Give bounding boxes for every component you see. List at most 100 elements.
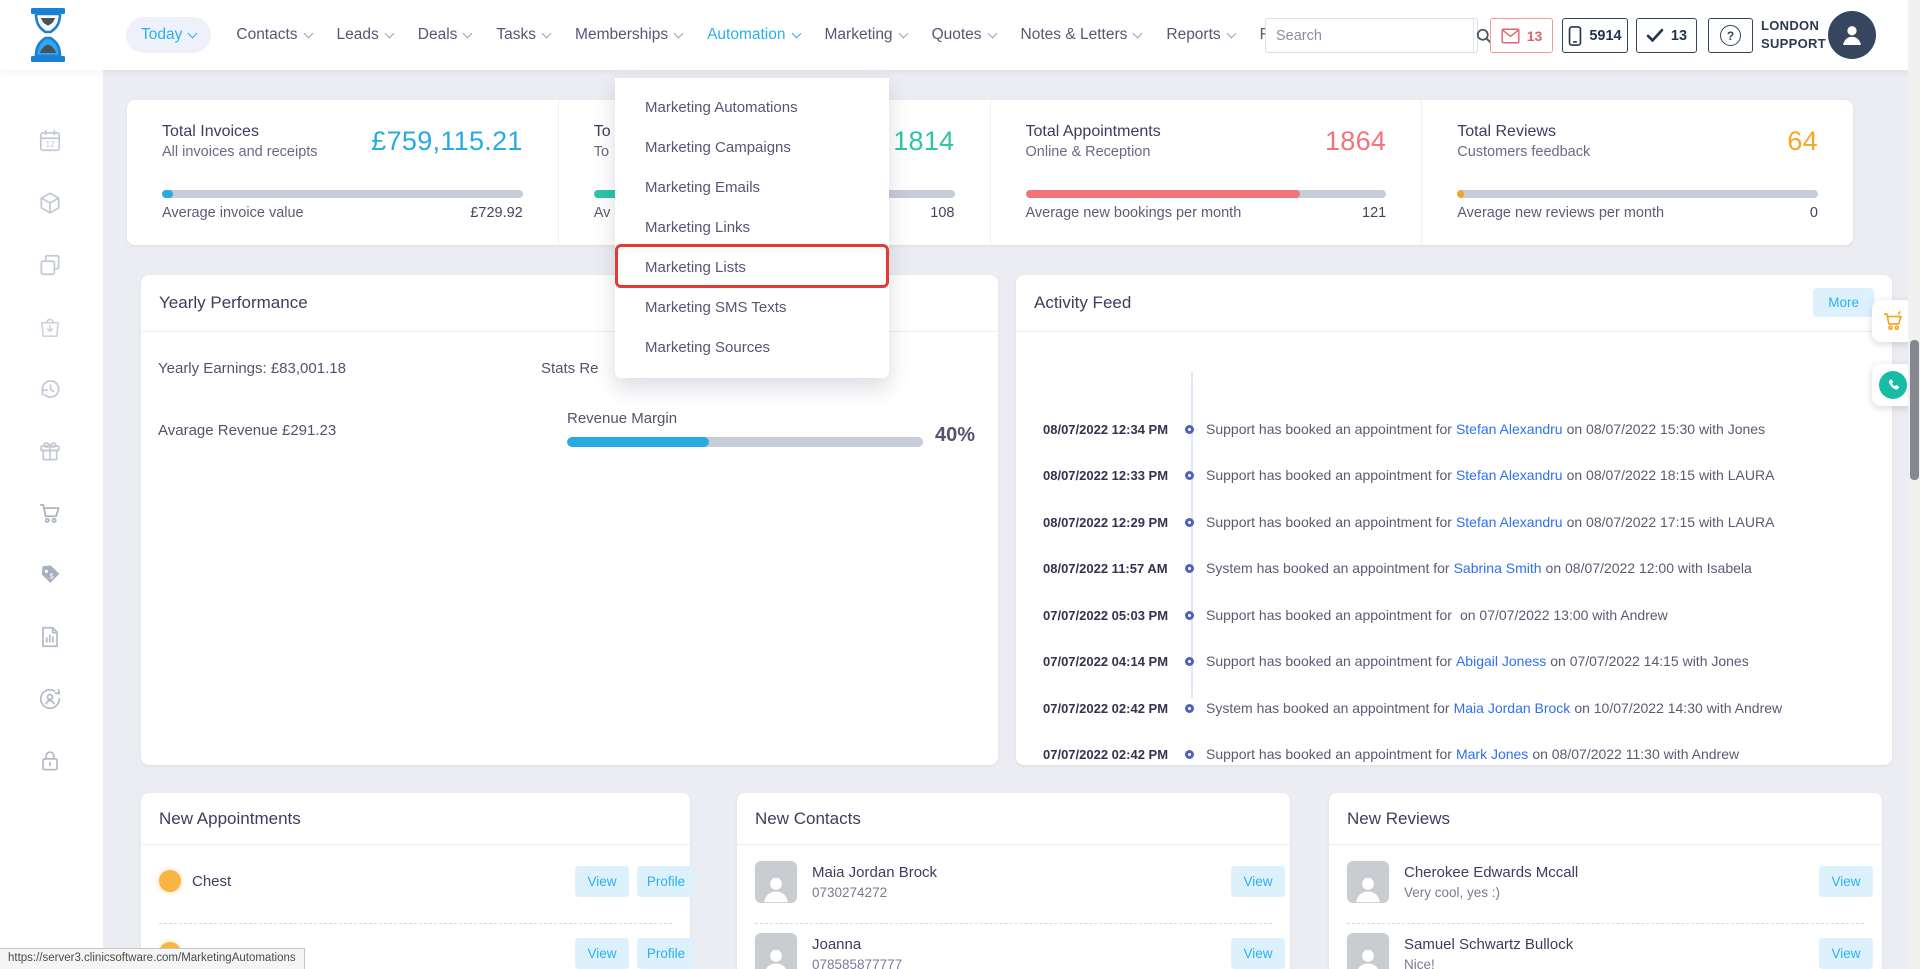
review-text: Nice! [1404,957,1435,969]
contact-link[interactable]: Stefan Alexandru [1456,514,1563,530]
menu-item-marketing-sms-texts[interactable]: Marketing SMS Texts [615,288,889,328]
nav-item-leads[interactable]: Leads [337,26,393,44]
sidebar-products-box-icon[interactable] [37,190,63,216]
help-button[interactable]: ? [1708,18,1753,53]
profile-button[interactable]: Profile [637,866,695,897]
tasks-badge[interactable]: 13 [1636,18,1697,53]
sidebar-history-icon[interactable] [37,376,63,402]
stat-subtitle: Online & Reception [1026,144,1151,160]
app-logo-hourglass-icon[interactable] [28,7,68,63]
contact-row: Maia Jordan Brock 0730274272 View [755,861,1272,919]
progress-bar [1026,190,1387,198]
envelope-icon [1501,28,1520,44]
phone-icon [1886,378,1901,393]
nav-item-today[interactable]: Today [126,17,211,53]
timeline-dot-icon [1185,750,1194,759]
menu-item-marketing-emails[interactable]: Marketing Emails [615,168,889,208]
stat-footer-value: 0 [1810,205,1818,221]
nav-item-tasks[interactable]: Tasks [496,26,550,44]
sidebar-calendar-icon[interactable]: 12 [37,128,63,154]
menu-item-marketing-campaigns[interactable]: Marketing Campaigns [615,128,889,168]
feed-item: 08/07/2022 12:33 PM Support has booked a… [1043,464,1876,486]
person-icon [1837,20,1867,50]
nav-item-memberships[interactable]: Memberships [575,26,682,44]
feed-timestamp: 08/07/2022 12:29 PM [1043,515,1173,530]
contact-name: Joanna [812,936,861,953]
cart-icon [1881,309,1905,333]
scrollbar-thumb[interactable] [1910,340,1919,480]
stat-card-total-appointments: Total Appointments Online & Reception 18… [990,100,1422,245]
email-notifications-badge[interactable]: 13 [1490,18,1553,53]
feed-item: 08/07/2022 12:29 PM Support has booked a… [1043,511,1876,533]
main-nav: Today Contacts Leads Deals Tasks Members… [126,0,1292,70]
contact-link[interactable]: Mark Jones [1456,746,1528,762]
menu-item-marketing-sources[interactable]: Marketing Sources [615,328,889,368]
chevron-down-icon [1133,28,1143,38]
person-icon [759,873,793,903]
sidebar-copy-icon[interactable] [37,252,63,278]
chevron-down-icon [674,28,684,38]
view-button[interactable]: View [575,938,629,969]
contact-link[interactable]: Stefan Alexandru [1456,421,1563,437]
sidebar-lock-icon[interactable] [37,748,63,774]
stat-card-total-reviews: Total Reviews Customers feedback 64 Aver… [1421,100,1853,245]
stat-card-total-invoices: Total Invoices All invoices and receipts… [127,100,558,245]
nav-item-reports[interactable]: Reports [1166,26,1234,44]
feed-timestamp: 08/07/2022 11:57 AM [1043,561,1173,576]
scrollbar-track[interactable] [1908,0,1920,969]
feed-timestamp: 07/07/2022 05:03 PM [1043,608,1173,623]
row-divider [159,923,672,924]
yearly-earnings: Yearly Earnings: £83,001.18 [158,360,346,377]
chevron-down-icon [303,28,313,38]
nav-item-quotes[interactable]: Quotes [932,26,996,44]
contact-link[interactable]: Maia Jordan Brock [1454,700,1571,716]
more-button[interactable]: More [1813,288,1874,317]
stat-value: 1864 [1325,126,1386,157]
stat-footer-value: 121 [1362,205,1386,221]
progress-bar [162,190,523,198]
stats-partial-label: Stats Re [541,360,599,377]
average-revenue: Avarage Revenue £291.23 [158,422,336,439]
sidebar-gift-icon[interactable] [37,438,63,464]
top-header: Today Contacts Leads Deals Tasks Members… [0,0,1920,70]
menu-item-marketing-lists[interactable]: Marketing Lists [615,248,889,288]
new-contacts-panel: New Contacts Maia Jordan Brock 073027427… [737,793,1290,969]
row-divider [1347,923,1864,924]
contact-link[interactable]: Abigail Joness [1456,653,1546,669]
sms-badge[interactable]: 5914 [1562,18,1628,53]
row-divider [755,923,1272,924]
menu-item-marketing-automations[interactable]: Marketing Automations [615,88,889,128]
nav-item-contacts[interactable]: Contacts [236,26,311,44]
question-mark-icon: ? [1720,25,1741,46]
view-button[interactable]: View [1231,866,1285,897]
view-button[interactable]: View [1819,938,1873,969]
chevron-down-icon [791,28,801,38]
timeline-dot-icon [1185,704,1194,713]
activity-feed-panel: Activity Feed More 08/07/2022 12:34 PM S… [1016,275,1892,765]
sidebar-account-sync-icon[interactable] [37,686,63,712]
review-row: Samuel Schwartz Bullock Nice! View [1347,933,1864,969]
view-button[interactable]: View [1819,866,1873,897]
nav-item-automation[interactable]: Automation [707,26,799,44]
contact-link[interactable]: Sabrina Smith [1454,560,1542,576]
panel-title: Activity Feed [1034,293,1131,313]
feed-timestamp: 08/07/2022 12:33 PM [1043,468,1173,483]
profile-button[interactable]: Profile [637,938,695,969]
view-button[interactable]: View [575,866,629,897]
person-icon [1351,945,1385,969]
nav-item-notes-letters[interactable]: Notes & Letters [1021,26,1142,44]
avatar-placeholder [1347,933,1389,969]
view-button[interactable]: View [1231,938,1285,969]
nav-item-marketing[interactable]: Marketing [825,26,907,44]
user-avatar[interactable] [1828,11,1876,59]
chevron-down-icon [898,28,908,38]
sidebar-price-tag-icon[interactable]: $ [37,562,63,588]
checkmark-icon [1646,28,1664,43]
menu-item-marketing-links[interactable]: Marketing Links [615,208,889,248]
search-input[interactable] [1266,28,1473,44]
nav-item-deals[interactable]: Deals [418,26,472,44]
contact-link[interactable]: Stefan Alexandru [1456,467,1563,483]
sidebar-bag-download-icon[interactable] [37,314,63,340]
sidebar-report-icon[interactable] [37,624,63,650]
sidebar-cart-icon[interactable] [37,500,63,526]
